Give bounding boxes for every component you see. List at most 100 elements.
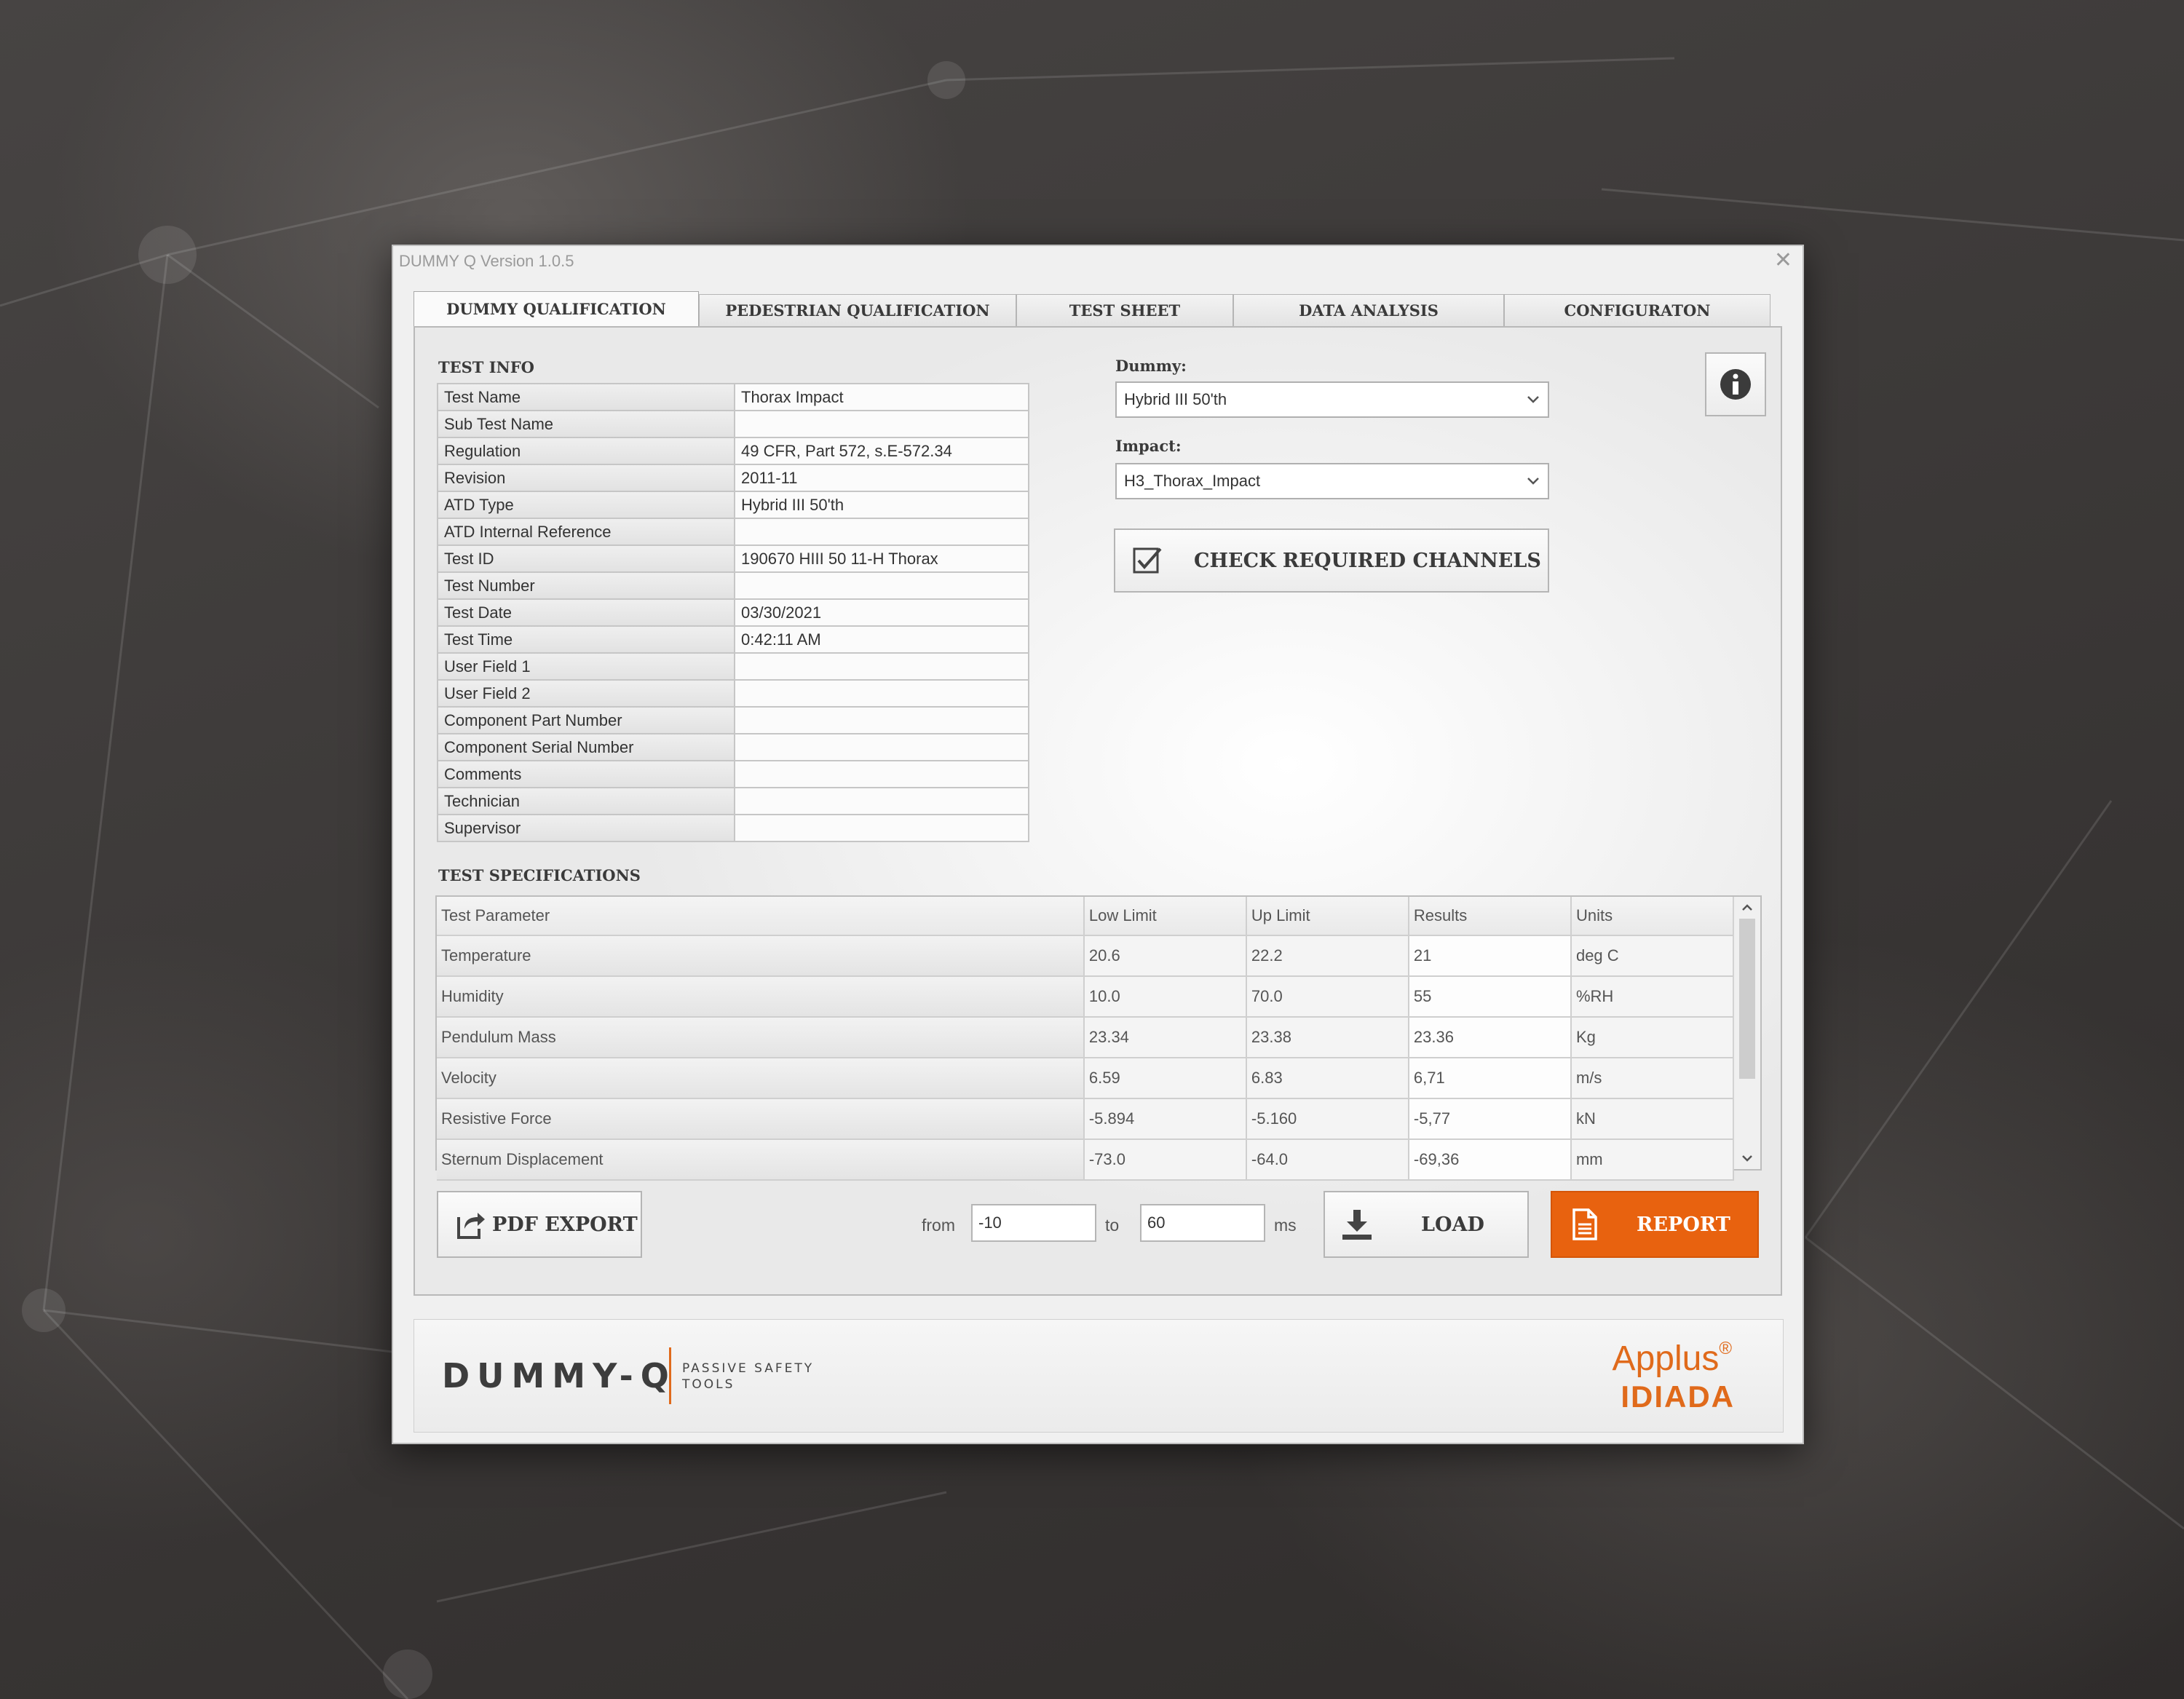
report-label: REPORT [1637, 1213, 1730, 1236]
table-cell: 22.2 [1246, 935, 1409, 977]
document-icon [1572, 1208, 1597, 1240]
export-icon [457, 1213, 485, 1239]
table-cell: deg C [1570, 935, 1735, 977]
table-cell: -73.0 [1083, 1139, 1247, 1181]
test-info-label: Technician [437, 787, 735, 815]
table-row[interactable]: Sternum Displacement -73.0 -64.0 -69,36 mm [437, 1139, 1735, 1181]
check-required-channels-button[interactable]: CHECK REQUIRED CHANNELS [1114, 528, 1549, 593]
table-cell: Velocity [437, 1058, 1085, 1099]
tab-configuration[interactable]: CONFIGURATON [1504, 294, 1770, 326]
test-info-row: Test Date 03/30/2021 [437, 598, 1029, 627]
impact-label: Impact: [1115, 437, 1182, 455]
from-label: from [922, 1216, 955, 1235]
test-info-label: Revision [437, 464, 735, 492]
test-info-value-field[interactable]: 03/30/2021 [734, 598, 1029, 627]
test-info-value-field[interactable] [734, 410, 1029, 438]
test-info-value-field[interactable]: 2011-11 [734, 464, 1029, 492]
test-info-value-field[interactable]: 190670 HIII 50 11-H Thorax [734, 544, 1029, 573]
table-cell: 6.59 [1083, 1058, 1247, 1099]
tab-data-analysis[interactable]: DATA ANALYSIS [1233, 294, 1504, 326]
dummy-select[interactable]: Hybrid III 50'th [1115, 381, 1549, 418]
test-info-value-field[interactable] [734, 706, 1029, 734]
idiada-logo: IDIADA [1621, 1379, 1735, 1414]
test-info-value-field[interactable]: 49 CFR, Part 572, s.E-572.34 [734, 437, 1029, 465]
test-info-row: Component Serial Number [437, 733, 1029, 761]
table-row[interactable]: Temperature 20.6 22.2 21 deg C [437, 935, 1735, 977]
column-header: Results [1408, 897, 1572, 936]
test-info-row: Technician [437, 787, 1029, 815]
table-row[interactable]: Humidity 10.0 70.0 55 %RH [437, 976, 1735, 1018]
test-info-row: Regulation 49 CFR, Part 572, s.E-572.34 [437, 437, 1029, 465]
test-info-label: Test Number [437, 571, 735, 600]
table-row[interactable]: Resistive Force -5.894 -5.160 -5,77 kN [437, 1098, 1735, 1140]
test-info-value-field[interactable]: 0:42:11 AM [734, 625, 1029, 654]
test-info-label: User Field 2 [437, 679, 735, 708]
test-info-value-field[interactable] [734, 571, 1029, 600]
scroll-up-icon[interactable] [1738, 900, 1756, 916]
test-info-value-field[interactable] [734, 814, 1029, 842]
window-title: DUMMY Q Version 1.0.5 [399, 252, 574, 270]
test-info-value-field[interactable]: Thorax Impact [734, 383, 1029, 411]
tab-bar: DUMMY QUALIFICATION PEDESTRIAN QUALIFICA… [414, 291, 1770, 326]
test-info-value-field[interactable] [734, 652, 1029, 681]
check-required-channels-label: CHECK REQUIRED CHANNELS [1194, 549, 1541, 572]
pdf-export-label: PDF EXPORT [492, 1213, 638, 1236]
test-info-label: ATD Internal Reference [437, 518, 735, 546]
to-input[interactable] [1140, 1204, 1265, 1242]
registered-mark: ® [1719, 1339, 1732, 1358]
scroll-down-icon[interactable] [1738, 1150, 1756, 1166]
download-icon [1342, 1210, 1372, 1240]
load-button[interactable]: LOAD [1324, 1191, 1529, 1258]
test-specifications-title: TEST SPECIFICATIONS [438, 866, 641, 884]
table-row[interactable]: Velocity 6.59 6.83 6,71 m/s [437, 1058, 1735, 1099]
tab-dummy-qualification[interactable]: DUMMY QUALIFICATION [414, 291, 699, 326]
test-info-value-field[interactable]: Hybrid III 50'th [734, 491, 1029, 519]
test-info-row: Comments [437, 760, 1029, 788]
column-header: Test Parameter [437, 897, 1085, 936]
report-button[interactable]: REPORT [1551, 1191, 1759, 1258]
table-cell: Humidity [437, 976, 1085, 1018]
test-info-label: ATD Type [437, 491, 735, 519]
table-cell: -5,77 [1408, 1098, 1572, 1140]
brand-divider [669, 1347, 671, 1404]
checkbox-checked-icon [1133, 547, 1162, 574]
impact-select[interactable]: H3_Thorax_Impact [1115, 463, 1549, 499]
table-cell: Sternum Displacement [437, 1139, 1085, 1181]
test-info-label: Test ID [437, 544, 735, 573]
test-info-value-field[interactable] [734, 733, 1029, 761]
table-row[interactable]: Pendulum Mass 23.34 23.38 23.36 Kg [437, 1017, 1735, 1058]
table-cell: 23.34 [1083, 1017, 1247, 1058]
scroll-thumb[interactable] [1739, 919, 1755, 1079]
close-button[interactable]: ✕ [1774, 247, 1792, 273]
test-info-label: Comments [437, 760, 735, 788]
test-info-table: Test Name Thorax Impact Sub Test Name Regul… [437, 383, 1029, 842]
from-input[interactable] [971, 1204, 1096, 1242]
tab-test-sheet[interactable]: TEST SHEET [1016, 294, 1233, 326]
test-info-value-field[interactable] [734, 518, 1029, 546]
table-cell: 21 [1408, 935, 1572, 977]
test-info-row: Test ID 190670 HIII 50 11-H Thorax [437, 544, 1029, 573]
table-cell: 23.38 [1246, 1017, 1409, 1058]
table-cell: 6,71 [1408, 1058, 1572, 1099]
test-info-value-field[interactable] [734, 787, 1029, 815]
tab-pedestrian-qualification[interactable]: PEDESTRIAN QUALIFICATION [699, 294, 1016, 326]
vertical-scrollbar[interactable] [1733, 897, 1760, 1169]
test-info-value-field[interactable] [734, 679, 1029, 708]
test-info-label: Component Serial Number [437, 733, 735, 761]
app-window: DUMMY Q Version 1.0.5 ✕ DUMMY QUALIFICAT… [392, 245, 1804, 1444]
table-cell: 20.6 [1083, 935, 1247, 977]
test-info-row: Sub Test Name [437, 410, 1029, 438]
test-info-label: Regulation [437, 437, 735, 465]
test-info-label: Sub Test Name [437, 410, 735, 438]
info-button[interactable] [1705, 352, 1766, 416]
test-info-row: Supervisor [437, 814, 1029, 842]
test-info-label: Component Part Number [437, 706, 735, 734]
title-bar: DUMMY Q Version 1.0.5 ✕ [393, 246, 1803, 275]
chevron-down-icon [1527, 478, 1539, 485]
chevron-down-icon [1527, 396, 1539, 403]
pdf-export-button[interactable]: PDF EXPORT [437, 1191, 642, 1258]
dummy-label: Dummy: [1115, 357, 1187, 375]
test-info-row: Revision 2011-11 [437, 464, 1029, 492]
test-info-row: Component Part Number [437, 706, 1029, 734]
test-info-value-field[interactable] [734, 760, 1029, 788]
